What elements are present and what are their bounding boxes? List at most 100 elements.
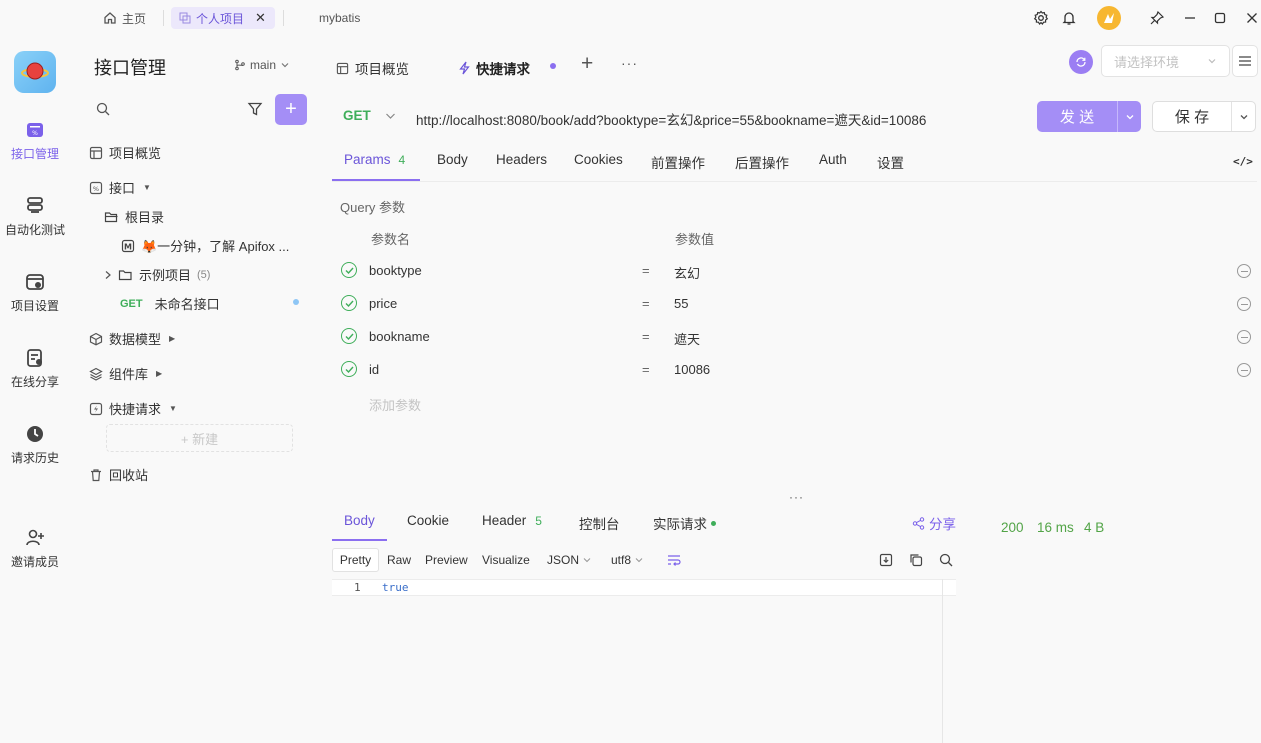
add-button[interactable]: + bbox=[275, 94, 307, 125]
unsaved-dot bbox=[293, 299, 299, 305]
format-raw[interactable]: Raw bbox=[387, 553, 411, 567]
send-options-button[interactable] bbox=[1118, 101, 1141, 132]
more-tabs-icon[interactable]: ··· bbox=[621, 55, 638, 71]
search-icon[interactable] bbox=[939, 553, 953, 567]
sidebar-item-unnamed-api[interactable]: GET 未命名接口 bbox=[120, 294, 220, 313]
remove-param-icon[interactable] bbox=[1237, 264, 1251, 278]
copy-icon[interactable] bbox=[909, 553, 923, 567]
sidebar-item-trash[interactable]: 回收站 bbox=[89, 465, 148, 484]
new-tab-button[interactable]: + bbox=[581, 52, 593, 76]
avatar[interactable] bbox=[1097, 6, 1121, 30]
rail-invite-members[interactable]: 邀请成员 bbox=[0, 528, 70, 570]
remove-param-icon[interactable] bbox=[1237, 363, 1251, 377]
rail-request-history-label: 请求历史 bbox=[10, 451, 59, 465]
sidebar-item-data-model[interactable]: 数据模型 ▶ bbox=[89, 329, 175, 348]
remove-param-icon[interactable] bbox=[1237, 330, 1251, 344]
param-name[interactable]: price bbox=[369, 296, 397, 311]
tab-home[interactable]: 主页 bbox=[103, 7, 146, 29]
bell-icon[interactable] bbox=[1059, 8, 1079, 28]
param-name[interactable]: booktype bbox=[369, 263, 422, 278]
param-name[interactable]: bookname bbox=[369, 329, 430, 344]
sidebar-item-root[interactable]: 根目录 bbox=[104, 207, 164, 226]
project-settings-icon bbox=[25, 272, 45, 292]
enabled-check-icon[interactable] bbox=[341, 361, 357, 377]
tab-pre-operations[interactable]: 前置操作 bbox=[651, 152, 705, 172]
sidebar-item-example[interactable]: 示例项目 (5) bbox=[104, 265, 210, 284]
resp-tab-cookie[interactable]: Cookie bbox=[407, 513, 449, 528]
tab-personal-project[interactable]: 个人项目 ✕ bbox=[171, 7, 275, 29]
env-menu-button[interactable] bbox=[1232, 45, 1258, 77]
encoding-select[interactable]: utf8 bbox=[611, 553, 644, 567]
tab-cookies[interactable]: Cookies bbox=[574, 152, 623, 167]
maximize-icon[interactable] bbox=[1210, 8, 1230, 28]
close-window-icon[interactable] bbox=[1242, 8, 1261, 28]
save-options-button[interactable] bbox=[1232, 102, 1255, 131]
env-sync-icon[interactable] bbox=[1069, 50, 1093, 74]
search-icon[interactable] bbox=[96, 102, 110, 116]
settings-gear-icon[interactable] bbox=[1031, 8, 1051, 28]
rail-project-settings[interactable]: 项目设置 bbox=[0, 272, 70, 314]
new-quick-request-button[interactable]: + 新建 bbox=[106, 424, 293, 452]
param-row: bookname = 遮天 bbox=[340, 327, 1255, 347]
tab-mybatis[interactable]: mybatis bbox=[319, 7, 360, 29]
minimize-icon[interactable] bbox=[1180, 8, 1200, 28]
tab-params[interactable]: Params 4 bbox=[344, 152, 405, 169]
format-visualize[interactable]: Visualize bbox=[482, 553, 530, 567]
format-pretty[interactable]: Pretty bbox=[332, 548, 379, 572]
sidebar-item-quick-request[interactable]: 快捷请求 ▼ bbox=[89, 399, 177, 418]
rail-request-history[interactable]: 请求历史 bbox=[0, 424, 70, 466]
resp-tab-body[interactable]: Body bbox=[344, 513, 375, 528]
resize-handle[interactable]: ··· bbox=[789, 490, 804, 504]
tab-project-overview[interactable]: 项目概览 bbox=[336, 58, 409, 78]
param-name[interactable]: id bbox=[369, 362, 379, 377]
tab-headers[interactable]: Headers bbox=[496, 152, 547, 167]
rail-auto-test[interactable]: 自动化测试 bbox=[0, 196, 70, 238]
response-editor[interactable] bbox=[332, 579, 956, 596]
param-value[interactable]: 55 bbox=[674, 296, 688, 311]
env-placeholder: 请选择环境 bbox=[1114, 54, 1180, 70]
filter-icon[interactable] bbox=[247, 101, 263, 117]
rail-api-manage[interactable]: % 接口管理 bbox=[0, 120, 70, 162]
sidebar-item-api[interactable]: % 接口 ▼ bbox=[89, 178, 151, 197]
add-param-input[interactable]: 添加参数 bbox=[369, 395, 421, 414]
param-value[interactable]: 遮天 bbox=[674, 329, 700, 348]
sidebar-item-doc[interactable]: M 🦊一分钟，了解 Apifox ... bbox=[121, 236, 289, 255]
param-value[interactable]: 玄幻 bbox=[674, 263, 700, 282]
tab-body[interactable]: Body bbox=[437, 152, 468, 167]
send-button-group: 发 送 bbox=[1037, 101, 1141, 132]
wrap-lines-icon[interactable] bbox=[667, 553, 681, 567]
resp-tab-console[interactable]: 控制台 bbox=[579, 513, 620, 533]
svg-text:M: M bbox=[124, 242, 132, 251]
tab-params-label: Params bbox=[344, 152, 391, 167]
sidebar-item-overview[interactable]: 项目概览 bbox=[89, 143, 161, 162]
pin-icon[interactable] bbox=[1147, 8, 1167, 28]
enabled-check-icon[interactable] bbox=[341, 295, 357, 311]
resp-tab-actual-request[interactable]: 实际请求 bbox=[653, 513, 716, 533]
method-select[interactable]: GET bbox=[343, 108, 396, 123]
env-select[interactable]: 请选择环境 bbox=[1101, 45, 1230, 77]
resp-tab-header[interactable]: Header 5 bbox=[482, 513, 542, 530]
param-value[interactable]: 10086 bbox=[674, 362, 710, 377]
rail-online-share[interactable]: 在线分享 bbox=[0, 348, 70, 390]
format-json-select[interactable]: JSON bbox=[547, 553, 592, 567]
share-button[interactable]: 分享 bbox=[912, 513, 956, 533]
format-preview[interactable]: Preview bbox=[425, 553, 468, 567]
branch-selector[interactable]: main bbox=[234, 58, 290, 72]
download-icon[interactable] bbox=[879, 553, 893, 567]
tab-post-operations[interactable]: 后置操作 bbox=[735, 152, 789, 172]
remove-param-icon[interactable] bbox=[1237, 297, 1251, 311]
svg-text:%: % bbox=[32, 130, 38, 137]
mybatis-tab-label: mybatis bbox=[319, 11, 361, 25]
code-icon[interactable]: </> bbox=[1233, 155, 1253, 168]
close-icon[interactable]: ✕ bbox=[255, 10, 266, 26]
history-icon bbox=[25, 424, 45, 444]
tab-settings[interactable]: 设置 bbox=[877, 152, 904, 172]
tab-auth[interactable]: Auth bbox=[819, 152, 847, 167]
enabled-check-icon[interactable] bbox=[341, 328, 357, 344]
sidebar-item-components[interactable]: 组件库 ▶ bbox=[89, 364, 162, 383]
send-button[interactable]: 发 送 bbox=[1037, 101, 1117, 132]
enabled-check-icon[interactable] bbox=[341, 262, 357, 278]
tab-quick-request[interactable]: 快捷请求 bbox=[458, 58, 530, 78]
url-input[interactable]: http://localhost:8080/book/add?booktype=… bbox=[416, 109, 1026, 129]
save-button[interactable]: 保 存 bbox=[1153, 102, 1231, 131]
